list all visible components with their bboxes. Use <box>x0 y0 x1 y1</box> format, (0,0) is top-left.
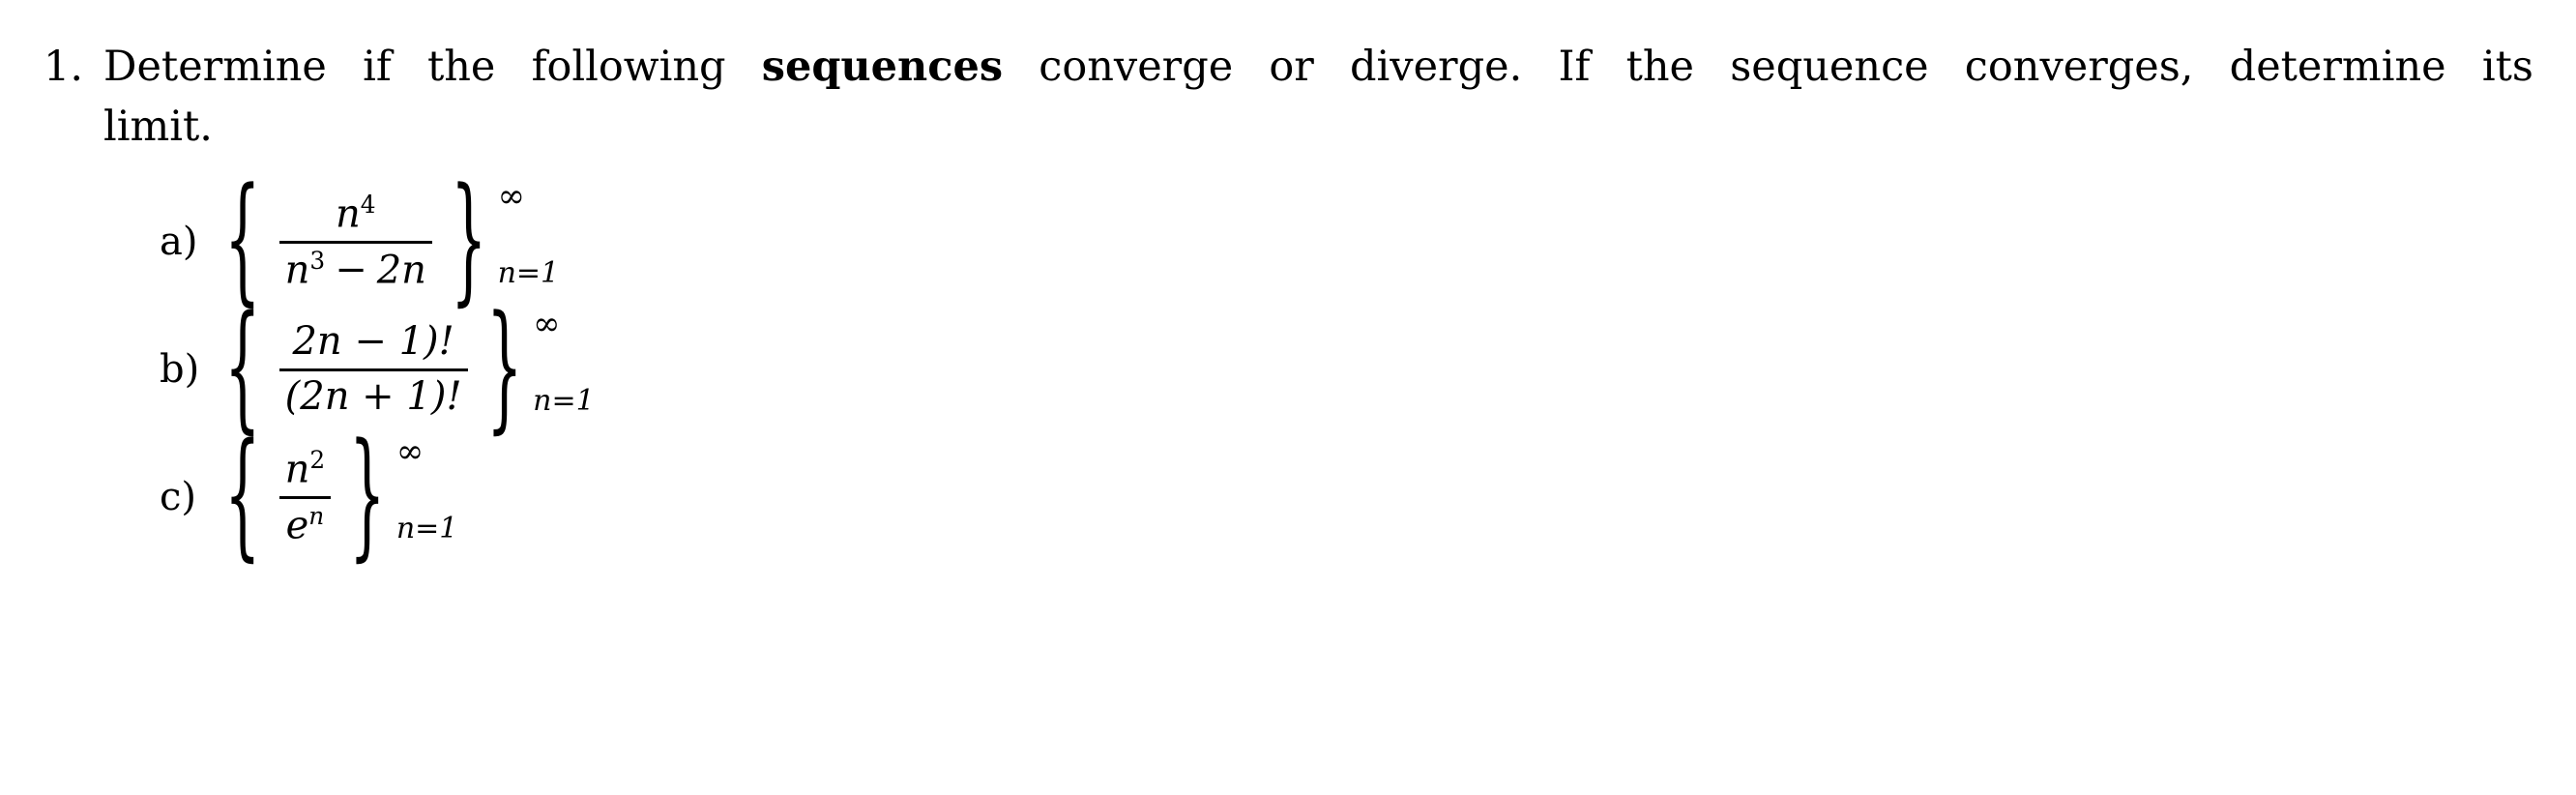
part-b: b) { 2n − 1)! (2n + 1)! } ∞ n=1 <box>103 299 2533 437</box>
part-c-numerator: n2 <box>279 443 332 496</box>
part-a-limits: ∞ n=1 <box>498 178 560 288</box>
problem-body: Determine if the following sequences con… <box>103 37 2533 565</box>
word-converges: converges, <box>1964 43 2194 91</box>
part-a-superscript-infinity: ∞ <box>497 177 525 216</box>
word-sequences-bold: sequences <box>761 43 1004 91</box>
part-b-superscript-infinity: ∞ <box>533 305 561 343</box>
part-a-num-base: n <box>336 191 361 237</box>
part-c-den-exponent: n <box>308 501 325 530</box>
part-a-fraction: n4 n3−2n <box>274 188 438 296</box>
word-diverge: diverge. <box>1350 43 1523 91</box>
statement-line-1: Determine if the following sequences con… <box>103 37 2533 97</box>
part-c-num-exponent: 2 <box>309 445 326 474</box>
word-the: the <box>426 43 496 91</box>
word-sequence: sequence <box>1730 43 1929 91</box>
part-c-open-brace: { <box>224 415 261 576</box>
part-a-label: a) <box>160 220 198 264</box>
part-a-num-exponent: 4 <box>360 190 376 219</box>
part-b-denominator: (2n + 1)! <box>284 373 462 419</box>
part-a-numerator: n4 <box>330 188 382 241</box>
problem-1: 1. Determine if the following sequences … <box>44 37 2533 565</box>
part-a-den-base: n <box>284 247 310 292</box>
problem-number: 1. <box>44 43 84 91</box>
part-c-denominator: en <box>280 499 331 552</box>
part-b-limits: ∞ n=1 <box>533 306 595 416</box>
part-a-subscript-n-equals-1: n=1 <box>497 256 560 290</box>
word-if-2: If <box>1558 43 1591 91</box>
part-b-subscript-n-equals-1: n=1 <box>533 384 595 418</box>
word-the-2: the <box>1625 43 1694 91</box>
part-c-superscript-infinity: ∞ <box>395 432 424 471</box>
part-b-close-brace: } <box>485 287 523 449</box>
part-b-label: b) <box>160 347 200 392</box>
part-c-subscript-n-equals-1: n=1 <box>395 512 458 545</box>
statement-line-2: limit. <box>103 103 213 151</box>
word-converge: converge <box>1039 43 1234 91</box>
part-c-limits: ∞ n=1 <box>396 433 458 544</box>
word-its: its <box>2481 43 2533 91</box>
part-c: c) { n2 en } ∞ n=1 <box>103 427 2533 565</box>
problem-statement-row: 1. Determine if the following sequences … <box>44 37 2533 565</box>
part-a-den-exponent: 3 <box>309 246 326 275</box>
word-or: or <box>1269 43 1314 91</box>
word-determine: Determine <box>103 43 327 91</box>
part-c-close-brace: } <box>349 415 386 576</box>
part-b-numerator: 2n − 1)! <box>292 319 454 365</box>
document-page: 1. Determine if the following sequences … <box>0 0 2576 795</box>
word-determine-2: determine <box>2229 43 2446 91</box>
word-if: if <box>363 43 392 91</box>
part-a-den-tail: 2n <box>376 247 426 292</box>
part-a-den-operator: − <box>335 247 367 292</box>
part-c-den-base: e <box>285 502 309 547</box>
part-a-denominator: n3−2n <box>279 244 432 297</box>
part-a-close-brace: } <box>451 160 487 321</box>
word-following: following <box>531 43 726 91</box>
part-b-fraction: 2n − 1)! (2n + 1)! <box>274 316 474 422</box>
part-c-fraction: n2 en <box>274 443 337 551</box>
part-c-num-base: n <box>284 447 310 492</box>
parts-list: a) { n4 n3−2n } ∞ n=1 b) {2n − 1)! (2n … <box>103 171 2533 565</box>
part-a: a) { n4 n3−2n } ∞ n=1 <box>103 171 2533 309</box>
part-c-label: c) <box>160 475 197 519</box>
